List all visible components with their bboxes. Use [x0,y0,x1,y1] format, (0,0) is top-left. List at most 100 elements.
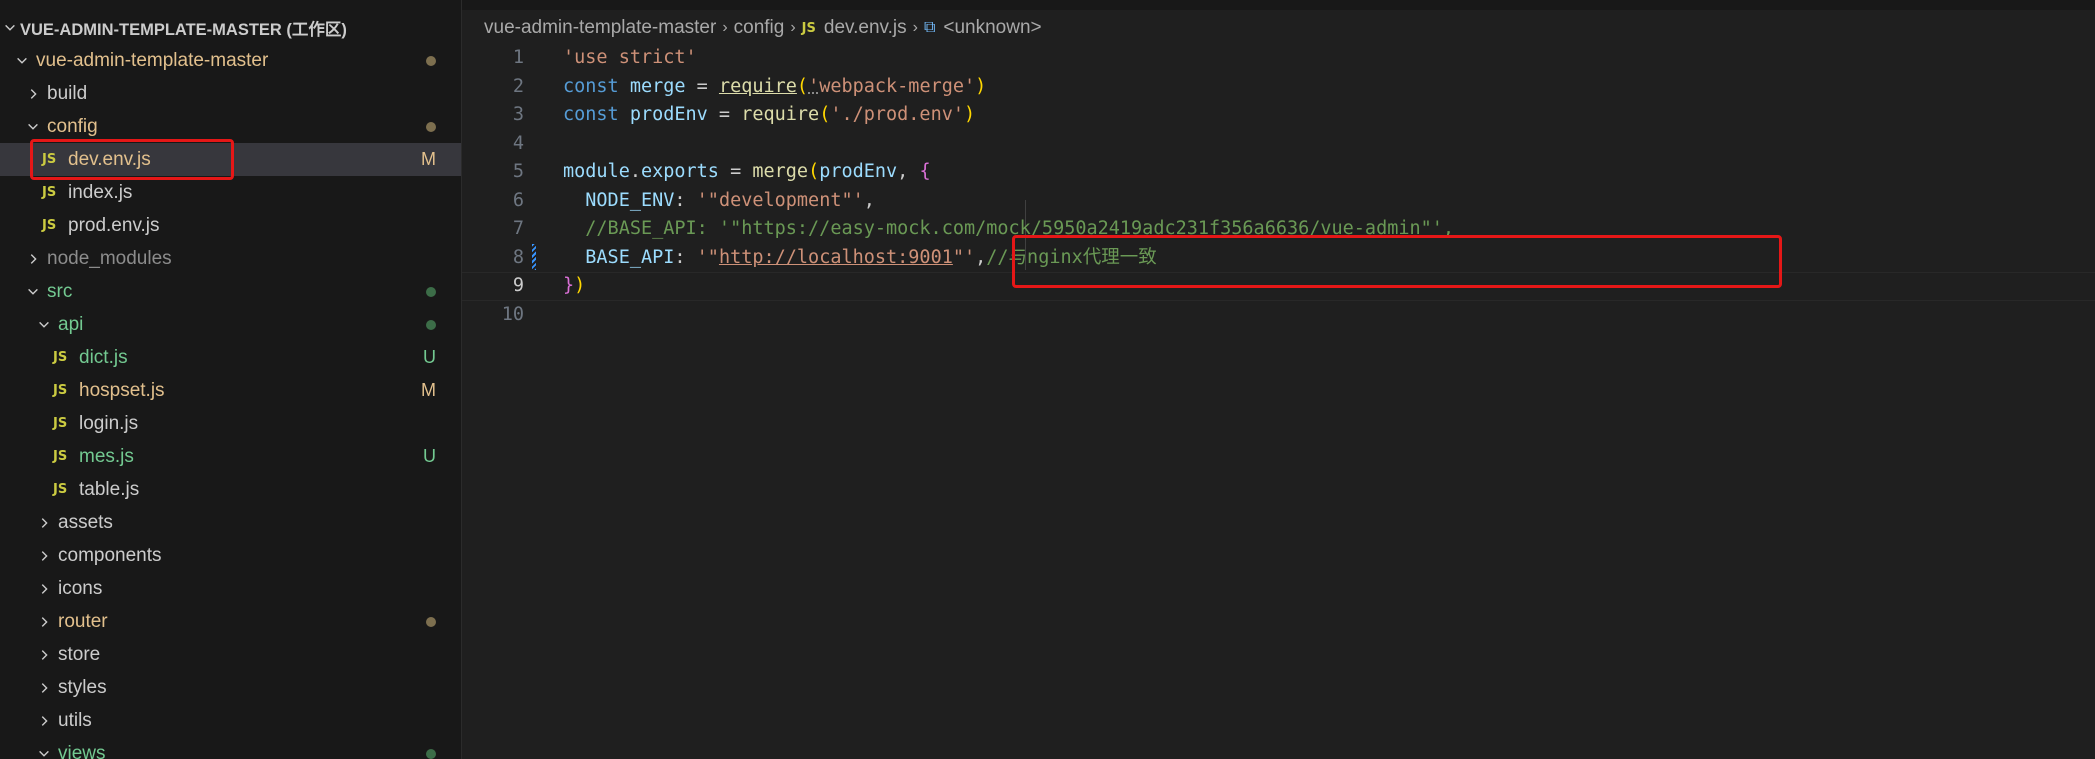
code-token: '"development"' [696,189,864,211]
chevron-down-icon [12,44,32,77]
tree-item-label: styles [58,676,107,698]
js-file-icon: JS [42,218,57,233]
code-token: , [975,246,987,268]
js-file-icon: JS [53,449,68,464]
chevron-right-icon [34,572,54,605]
code-text: module.exports = merge(prodEnv, { [563,158,931,186]
tree-item-label: router [58,610,108,632]
folder-item[interactable]: src [0,275,461,308]
code-line[interactable]: 2 const merge = require('webpack-merge') [462,73,2095,101]
line-number: 8 [512,246,524,268]
chevron-right-icon [34,506,54,539]
tree-item-label: api [58,313,84,335]
file-item[interactable]: JS index.js [0,176,461,209]
js-file-icon: JS [42,185,57,200]
breadcrumb-item-file[interactable]: dev.env.js [824,17,907,39]
code-token: 'use strict' [563,47,697,68]
folder-item[interactable]: assets [0,506,461,539]
tree-item-label: components [58,544,162,566]
tree-item-label: node_modules [47,247,172,269]
js-file-icon: JS [53,482,68,497]
code-text: const prodEnv = require('./prod.env') [563,101,975,129]
tree-item-label: prod.env.js [68,214,160,236]
line-number: 1 [512,47,524,68]
js-file-icon: JS [801,20,816,36]
git-status-dot [426,121,436,132]
tree-item-label: src [47,280,73,302]
js-file-icon: JS [53,350,68,365]
folder-item[interactable]: icons [0,572,461,605]
folder-item[interactable]: utils [0,704,461,737]
code-line[interactable]: 5 module.exports = merge(prodEnv, { [462,158,2095,186]
folder-item[interactable]: vue-admin-template-master [0,44,461,77]
code-token: ( [808,161,820,182]
workspace-header[interactable]: VUE-ADMIN-TEMPLATE-MASTER (工作区) [0,11,461,44]
code-text: NODE_ENV: '"development"', [563,187,875,215]
breadcrumb-item-symbol[interactable]: <unknown> [943,17,1041,39]
workspace-title: VUE-ADMIN-TEMPLATE-MASTER (工作区) [20,20,347,39]
code-token: webpack-merge' [819,75,976,97]
breadcrumb-item-folder[interactable]: config [734,17,785,39]
folder-item[interactable]: components [0,539,461,572]
chevron-down-icon [34,737,54,759]
file-item[interactable]: JS login.js [0,407,461,440]
tree-item-label: login.js [79,412,139,434]
chevron-right-icon [34,704,54,737]
code-line[interactable]: 6 NODE_ENV: '"development"', [462,187,2095,215]
code-line[interactable]: 4 [462,130,2095,158]
git-status-badge: U [423,347,436,367]
chevron-down-icon [0,11,20,44]
chevron-right-icon [34,638,54,671]
code-token: ) [574,275,586,296]
line-number: 9 [512,275,524,296]
folder-item[interactable]: styles [0,671,461,704]
code-token: } [563,275,575,296]
chevron-right-icon [23,77,43,110]
code-token: ) [963,104,976,125]
code-line[interactable]: 1 'use strict' [462,44,2095,72]
code-token: const [563,104,630,125]
folder-item[interactable]: store [0,638,461,671]
js-file-icon: JS [53,416,68,431]
chevron-down-icon [34,308,54,341]
code-token: ( [796,75,809,97]
tab-strip [462,0,2095,10]
file-item[interactable]: JS mes.js U [0,440,461,473]
file-item[interactable]: JS dict.js U [0,341,461,374]
code-text: const merge = require('webpack-merge') [563,73,986,101]
code-token: "' [952,246,976,268]
folder-item[interactable]: api [0,308,461,341]
folder-item[interactable]: node_modules [0,242,461,275]
file-item[interactable]: JS prod.env.js [0,209,461,242]
folder-item[interactable]: views [0,737,461,759]
folder-item[interactable]: router [0,605,461,638]
highlight-box-code [1012,235,1782,288]
tree-item-label: config [47,115,98,137]
code-token: '" [696,246,719,268]
folder-item[interactable]: build [0,77,461,110]
code-line[interactable]: 3 const prodEnv = require('./prod.env') [462,101,2095,129]
chevron-right-icon: › [790,19,796,36]
code-token: require [718,75,797,97]
file-item[interactable]: JS hospset.js M [0,374,461,407]
tree-item-label: hospset.js [79,379,165,401]
chevron-right-icon: › [722,19,728,36]
code-token: , [863,189,875,211]
git-status-badge: M [421,380,436,400]
code-token: ' [808,75,820,97]
code-token: = [707,104,742,125]
tree-item-label: table.js [79,478,140,500]
git-status-badge: U [423,446,436,466]
code-editor[interactable]: vue-admin-template-master › config › JS … [462,0,2095,759]
git-status-dot [426,55,436,66]
tree-item-label: icons [58,577,103,599]
code-token: prodEnv [819,161,898,182]
code-line[interactable]: 10 [462,301,2095,329]
chevron-down-icon [23,275,43,308]
code-token: prodEnv [629,104,708,125]
git-status-badge: M [421,149,436,169]
breadcrumb-item-root[interactable]: vue-admin-template-master [484,17,716,39]
line-number: 3 [512,104,524,125]
code-token: . [629,161,641,182]
file-item[interactable]: JS table.js [0,473,461,506]
